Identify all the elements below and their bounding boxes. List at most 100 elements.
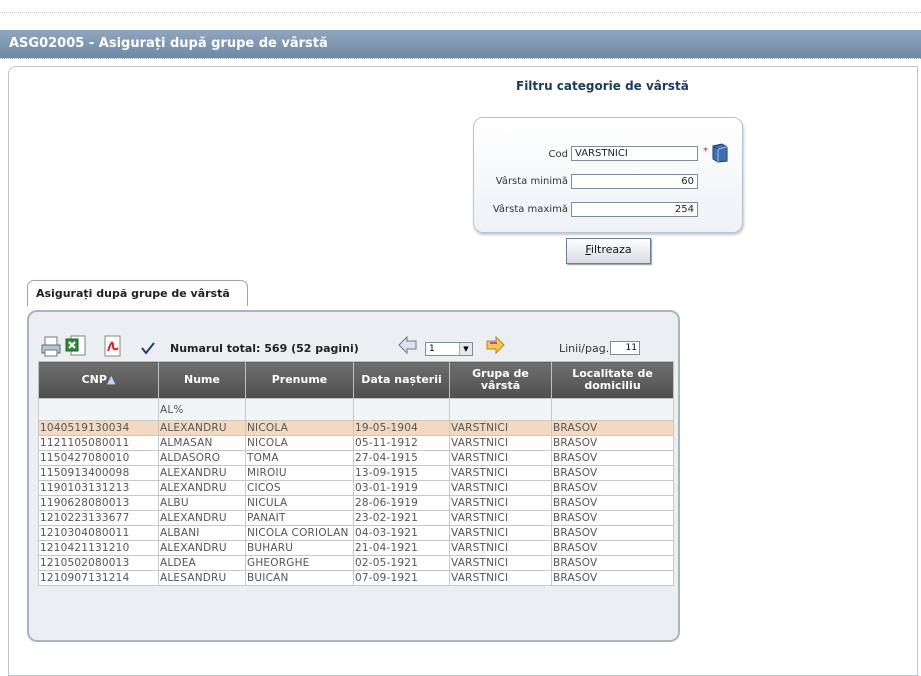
cell-cnp: 1040519130034 [38,420,159,436]
cod-input[interactable]: VARSTNICI [571,146,698,161]
cell-grupa: VARSTNICI [449,435,552,451]
table-row[interactable]: 1210421131210 ALEXANDRU BUHARU 21-04-192… [38,540,674,556]
sort-ascending-icon: ▲ [106,373,116,386]
column-header-data-nasterii[interactable]: Data nașterii [353,361,450,399]
filter-title: Filtru categorie de vârstă [516,79,689,93]
cell-prenume: GHEORGHE [245,555,354,571]
cell-prenume: NICOLA [245,420,354,436]
cell-localitate: BRASOV [551,555,674,571]
cell-nume: ALDASORO [158,450,246,466]
cell-nume: ALBU [158,495,246,511]
cell-cnp: 1210502080013 [38,555,159,571]
column-filter-row: AL% [38,398,674,421]
cell-data: 23-02-1921 [353,510,450,526]
title-divider [0,58,921,59]
cell-grupa: VARSTNICI [449,420,552,436]
cell-localitate: BRASOV [551,540,674,556]
next-page-icon[interactable] [484,334,506,356]
lines-per-page-input[interactable]: 11 [610,341,640,355]
table-row[interactable]: 1190103131213 ALEXANDRU CICOS 03-01-1919… [38,480,674,496]
table-row[interactable]: 1040519130034 ALEXANDRU NICOLA 19-05-190… [38,420,674,436]
filter-button[interactable]: Filtreaza [566,238,651,264]
table-row[interactable]: 1190628080013 ALBU NICULA 28-06-1919 VAR… [38,495,674,511]
cell-prenume: NICOLA CORIOLAN [245,525,354,541]
column-header-prenume[interactable]: Prenume [245,361,354,399]
cell-cnp: 1210304080011 [38,525,159,541]
cell-nume: ALEXANDRU [158,480,246,496]
cell-grupa: VARSTNICI [449,555,552,571]
table-row[interactable]: 1210304080011 ALBANI NICOLA CORIOLAN 04-… [38,525,674,541]
cell-prenume: TOMA [245,450,354,466]
cell-localitate: BRASOV [551,465,674,481]
cell-prenume: NICULA [245,495,354,511]
printer-icon[interactable] [40,334,62,358]
cell-grupa: VARSTNICI [449,480,552,496]
cell-data: 19-05-1904 [353,420,450,436]
min-age-input[interactable]: 60 [571,174,698,189]
cell-prenume: NICOLA [245,435,354,451]
cell-cnp: 1190628080013 [38,495,159,511]
cell-data: 13-09-1915 [353,465,450,481]
required-mark: * [703,146,708,157]
tab-insured-by-age[interactable]: Asigurați după grupe de vârstă [27,280,248,306]
table-row[interactable]: 1210502080013 ALDEA GHEORGHE 02-05-1921 … [38,555,674,571]
cell-data: 07-09-1921 [353,570,450,586]
table-header-row: CNP▲ Nume Prenume Data nașterii Grupa de… [38,361,674,399]
cell-data: 04-03-1921 [353,525,450,541]
column-header-cnp[interactable]: CNP▲ [38,361,159,399]
cell-localitate: BRASOV [551,510,674,526]
table-row[interactable]: 1210907131214 ALESANDRU BUICAN 07-09-192… [38,570,674,586]
cell-localitate: BRASOV [551,480,674,496]
cell-prenume: BUHARU [245,540,354,556]
cell-data: 28-06-1919 [353,495,450,511]
min-age-label: Vârsta minimă [495,176,568,187]
cell-data: 02-05-1921 [353,555,450,571]
cell-nume: ALESANDRU [158,570,246,586]
cell-grupa: VARSTNICI [449,465,552,481]
cell-nume: ALBANI [158,525,246,541]
previous-page-icon[interactable] [397,334,419,356]
filter-button-label: iltreaza [590,243,632,256]
filter-cnp-input[interactable] [38,398,159,421]
cell-localitate: BRASOV [551,435,674,451]
filter-data-input[interactable] [353,398,450,421]
column-header-cnp-label: CNP [81,373,107,386]
cell-localitate: BRASOV [551,495,674,511]
excel-icon[interactable] [65,334,87,358]
lookup-book-icon[interactable] [711,143,729,163]
filter-nume-input[interactable]: AL% [158,398,246,421]
cell-localitate: BRASOV [551,570,674,586]
cell-nume: ALEXANDRU [158,540,246,556]
cell-nume: ALEXANDRU [158,420,246,436]
cell-cnp: 1121105080011 [38,435,159,451]
max-age-label: Vârsta maximă [492,204,568,215]
table-row[interactable]: 1210223133677 ALEXANDRU PANAIT 23-02-192… [38,510,674,526]
table-row[interactable]: 1150913400098 ALEXANDRU MIROIU 13-09-191… [38,465,674,481]
cell-nume: ALEXANDRU [158,510,246,526]
lines-per-page-label: Linii/pag. [559,342,610,355]
table-row[interactable]: 1150427080010 ALDASORO TOMA 27-04-1915 V… [38,450,674,466]
page-select[interactable]: 1 ▼ [425,342,473,356]
top-dotted-divider [0,12,921,13]
column-header-nume[interactable]: Nume [158,361,246,399]
cell-nume: ALDEA [158,555,246,571]
cell-cnp: 1210421131210 [38,540,159,556]
cell-data: 27-04-1915 [353,450,450,466]
filter-localitate-input[interactable] [551,398,674,421]
filter-prenume-input[interactable] [245,398,354,421]
cell-prenume: MIROIU [245,465,354,481]
filter-grupa-input[interactable] [449,398,552,421]
max-age-input[interactable]: 254 [571,202,698,217]
cell-grupa: VARSTNICI [449,450,552,466]
cell-cnp: 1210907131214 [38,570,159,586]
cell-grupa: VARSTNICI [449,510,552,526]
cell-nume: ALMASAN [158,435,246,451]
cell-grupa: VARSTNICI [449,570,552,586]
column-header-grupa[interactable]: Grupa de vârstă [449,361,552,399]
total-count: Numarul total: 569 (52 pagini) [170,342,359,355]
checkmark-icon[interactable] [140,340,156,356]
pdf-icon[interactable] [101,334,123,358]
column-header-localitate[interactable]: Localitate de domiciliu [551,361,674,399]
cell-prenume: CICOS [245,480,354,496]
table-row[interactable]: 1121105080011 ALMASAN NICOLA 05-11-1912 … [38,435,674,451]
